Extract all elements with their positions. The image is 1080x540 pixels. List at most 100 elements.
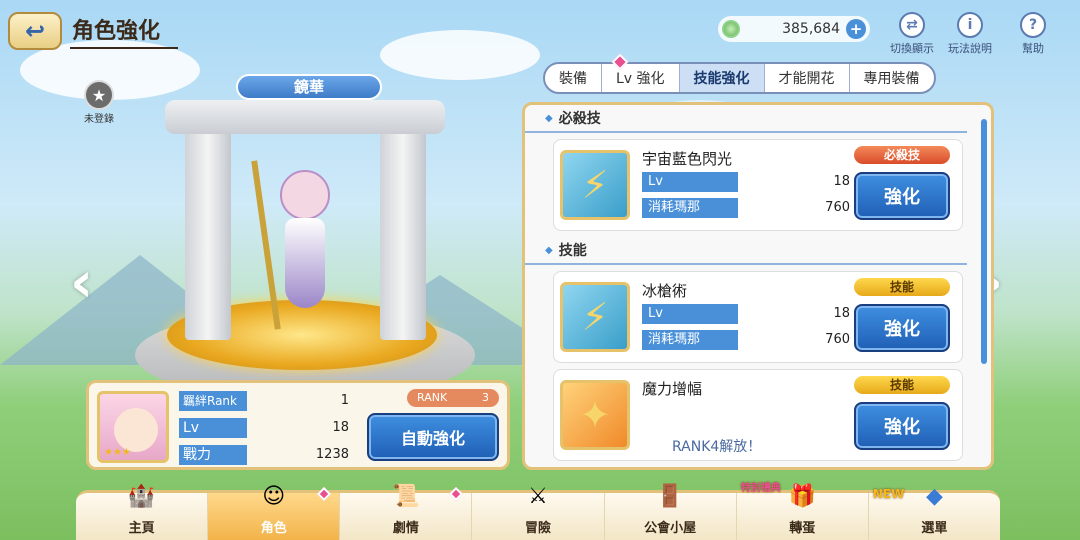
nav-guild-house[interactable]: 🚪 公會小屋 bbox=[605, 484, 737, 540]
character-staff bbox=[251, 160, 281, 330]
back-button[interactable]: ↩ bbox=[8, 12, 62, 50]
power-row: 戰力 1238 bbox=[179, 445, 349, 465]
lv-label: Lv bbox=[179, 418, 247, 438]
new-tag: NEW bbox=[872, 487, 905, 501]
unregistered-badge[interactable]: ★ 未登錄 bbox=[84, 80, 114, 125]
nav-guild-house-label: 公會小屋 bbox=[644, 521, 697, 536]
character-sprite[interactable] bbox=[251, 160, 355, 350]
lv-value: 18 bbox=[833, 174, 850, 189]
bottom-nav: 🏰 主頁 ☺ 角色 📜 劇情 ⚔ 冒險 🚪 公會小屋 🎁 特別禮典 轉蛋 ◆ N… bbox=[76, 483, 1000, 540]
add-currency-button[interactable]: + bbox=[846, 19, 866, 39]
gem-icon bbox=[722, 20, 740, 38]
skill-type-badge: 必殺技 bbox=[854, 146, 950, 164]
character-info-panel: ★★★ 羈絆Rank 1 Lv 18 戰力 1238 RANK 3 自動強化 bbox=[86, 380, 510, 470]
arch bbox=[165, 100, 445, 134]
rank-value: 3 bbox=[482, 391, 489, 404]
pillar bbox=[380, 120, 426, 340]
tab-talent-bloom[interactable]: 才能開花 bbox=[765, 64, 850, 92]
help-button[interactable]: ? 幫助 bbox=[1020, 12, 1046, 56]
tab-skill-enhance[interactable]: 技能強化 bbox=[679, 64, 765, 92]
cost-value: 760 bbox=[825, 332, 850, 347]
lv-label: Lv bbox=[642, 304, 738, 324]
skill-card-2: ✦ 魔力增幅 技能 RANK4解放！ 強化 bbox=[553, 369, 963, 461]
character-name: 鏡華 bbox=[236, 74, 382, 100]
nav-gacha[interactable]: 🎁 特別禮典 轉蛋 bbox=[737, 483, 869, 540]
notification-dot bbox=[317, 486, 332, 502]
how-to-play-button[interactable]: i 玩法說明 bbox=[948, 12, 992, 56]
skill-cost-row: 消耗瑪那 760 bbox=[642, 330, 852, 350]
house-door-icon: 🚪 bbox=[656, 483, 684, 509]
enhance-button[interactable]: 強化 bbox=[854, 172, 950, 220]
portrait-face bbox=[114, 408, 158, 452]
prev-character-arrow[interactable]: ‹ bbox=[70, 250, 93, 315]
scrollbar[interactable] bbox=[981, 119, 987, 364]
skill-name: 宇宙藍色閃光 bbox=[642, 150, 733, 168]
nav-character-label: 角色 bbox=[260, 521, 287, 536]
character-portrait[interactable]: ★★★ bbox=[97, 391, 169, 463]
help-label: 幫助 bbox=[1022, 42, 1044, 55]
scroll-icon: 📜 bbox=[392, 483, 420, 509]
lv-label: Lv bbox=[642, 172, 738, 192]
section-skill-label: 技能 bbox=[558, 243, 587, 259]
nav-gacha-label: 轉蛋 bbox=[789, 521, 816, 536]
swap-display-button[interactable]: ⇄ 切換顯示 bbox=[890, 12, 934, 56]
nav-adventure-label: 冒險 bbox=[524, 521, 551, 536]
lv-value: 18 bbox=[332, 420, 349, 435]
tab-equipment[interactable]: 裝備 bbox=[545, 64, 602, 92]
bond-value: 1 bbox=[340, 393, 349, 408]
tab-unique-equipment[interactable]: 專用裝備 bbox=[850, 64, 934, 92]
shrine-stage bbox=[135, 60, 475, 400]
skill-level-row: Lv 18 bbox=[642, 304, 852, 324]
section-header-skill: ◆ 技能 bbox=[525, 237, 967, 265]
skill-type-badge: 技能 bbox=[854, 376, 950, 394]
header: ↩ 角色強化 bbox=[8, 10, 179, 52]
section-header-ub: ◆ 必殺技 bbox=[525, 105, 967, 133]
unregistered-label: 未登錄 bbox=[84, 114, 114, 125]
section-ub-label: 必殺技 bbox=[558, 111, 601, 127]
skill-lightning-icon[interactable]: ⚡ bbox=[560, 150, 630, 220]
currency-value: 385,684 bbox=[782, 21, 840, 37]
cost-label: 消耗瑪那 bbox=[642, 198, 738, 218]
cost-label: 消耗瑪那 bbox=[642, 330, 738, 350]
diamond-icon: ◆ bbox=[545, 244, 553, 256]
nav-adventure[interactable]: ⚔ 冒險 bbox=[472, 484, 605, 540]
power-label: 戰力 bbox=[179, 445, 247, 465]
castle-icon: 🏰 bbox=[127, 483, 156, 509]
nav-story[interactable]: 📜 劇情 bbox=[340, 484, 473, 540]
character-icon: ☺ bbox=[262, 483, 286, 509]
enhance-button[interactable]: 強化 bbox=[854, 402, 950, 450]
tab-level-up[interactable]: Lv 強化 bbox=[602, 64, 680, 92]
skill-level-row: Lv 18 bbox=[642, 172, 852, 192]
skill-panel: ◆ 必殺技 ⚡ 宇宙藍色閃光 必殺技 Lv 18 消耗瑪那 760 強化 ◆ 技能 ⚡ … bbox=[522, 102, 994, 470]
notification-dot bbox=[449, 486, 464, 502]
enhance-button[interactable]: 強化 bbox=[854, 304, 950, 352]
info-icon: i bbox=[957, 12, 983, 38]
lv-value: 18 bbox=[833, 306, 850, 321]
character-body bbox=[285, 218, 325, 308]
skill-ice-spear-icon[interactable]: ⚡ bbox=[560, 282, 630, 352]
skill-power-boost-icon[interactable]: ✦ bbox=[560, 380, 630, 450]
gacha-icon: 🎁 bbox=[788, 483, 816, 509]
nav-character[interactable]: ☺ 角色 bbox=[208, 484, 341, 540]
how-to-play-label: 玩法說明 bbox=[948, 42, 992, 55]
help-icon: ? bbox=[1020, 12, 1046, 38]
diamond-icon: ◆ bbox=[545, 112, 553, 124]
back-arrow-icon: ↩ bbox=[24, 17, 46, 45]
special-tag: 特別禮典 bbox=[740, 483, 781, 494]
skill-card-ub: ⚡ 宇宙藍色閃光 必殺技 Lv 18 消耗瑪那 760 強化 bbox=[553, 139, 963, 231]
power-value: 1238 bbox=[315, 447, 349, 462]
swap-display-label: 切換顯示 bbox=[890, 42, 934, 55]
level-row: Lv 18 bbox=[179, 418, 349, 438]
pillar bbox=[185, 120, 231, 340]
skill-type-badge: 技能 bbox=[854, 278, 950, 296]
nav-story-label: 劇情 bbox=[392, 521, 419, 536]
crystal-icon: ◆ bbox=[925, 483, 943, 509]
character-head bbox=[280, 170, 330, 220]
rank-badge: RANK 3 bbox=[407, 389, 499, 407]
nav-home[interactable]: 🏰 主頁 bbox=[76, 484, 209, 540]
nav-menu[interactable]: ◆ NEW 選單 bbox=[869, 484, 1000, 540]
auto-enhance-button[interactable]: 自動強化 bbox=[367, 413, 499, 461]
cost-value: 760 bbox=[825, 200, 850, 215]
star-icon: ★ bbox=[84, 80, 114, 110]
nav-home-label: 主頁 bbox=[128, 521, 155, 536]
